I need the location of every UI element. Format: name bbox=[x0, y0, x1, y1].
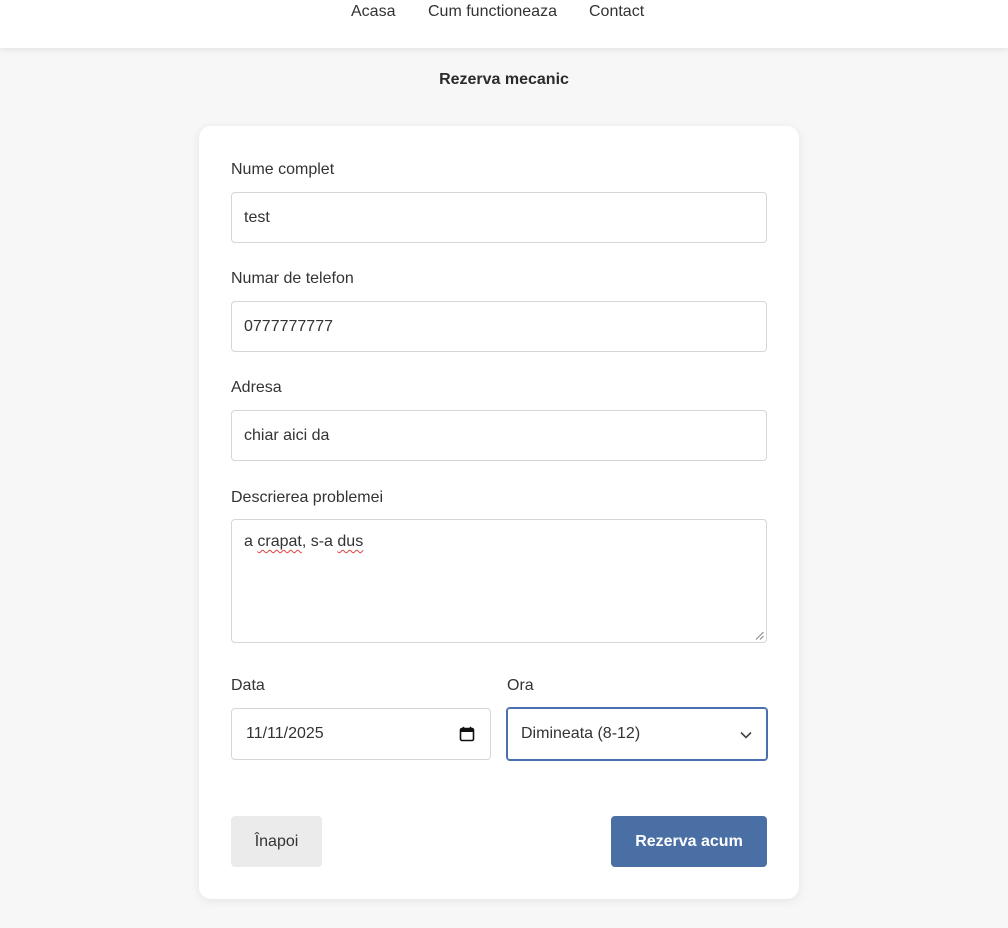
time-selected-value: Dimineata (8-12) bbox=[521, 725, 641, 742]
description-label: Descrierea problemei bbox=[231, 489, 384, 506]
description-textarea[interactable]: a crapat, s-a dus bbox=[231, 519, 767, 643]
address-label: Adresa bbox=[231, 379, 282, 396]
submit-booking-button[interactable]: Rezerva acum bbox=[611, 816, 767, 867]
address-input[interactable]: chiar aici da bbox=[231, 410, 767, 461]
description-text: a crapat, s-a dus bbox=[244, 533, 364, 550]
name-label: Nume complet bbox=[231, 161, 335, 178]
resize-handle-icon[interactable] bbox=[755, 631, 764, 640]
top-navigation: Acasa Cum functioneaza Contact bbox=[0, 0, 1008, 48]
date-input[interactable]: 11/11/2025 bbox=[231, 708, 491, 760]
nav-link-cum-functioneaza[interactable]: Cum functioneaza bbox=[428, 3, 557, 21]
time-select[interactable]: Dimineata (8-12) bbox=[506, 707, 768, 761]
phone-input[interactable]: 0777777777 bbox=[231, 301, 767, 352]
date-label: Data bbox=[231, 677, 265, 694]
chevron-down-icon bbox=[740, 731, 752, 739]
calendar-icon[interactable] bbox=[459, 726, 475, 742]
page-title: Rezerva mecanic bbox=[439, 71, 569, 88]
nav-link-acasa[interactable]: Acasa bbox=[351, 3, 395, 21]
phone-label: Numar de telefon bbox=[231, 270, 354, 287]
name-input[interactable]: test bbox=[231, 192, 767, 243]
back-button[interactable]: Înapoi bbox=[231, 816, 322, 867]
date-value: 11/11/2025 bbox=[246, 725, 324, 742]
time-label: Ora bbox=[507, 677, 534, 694]
nav-link-contact[interactable]: Contact bbox=[589, 3, 644, 21]
